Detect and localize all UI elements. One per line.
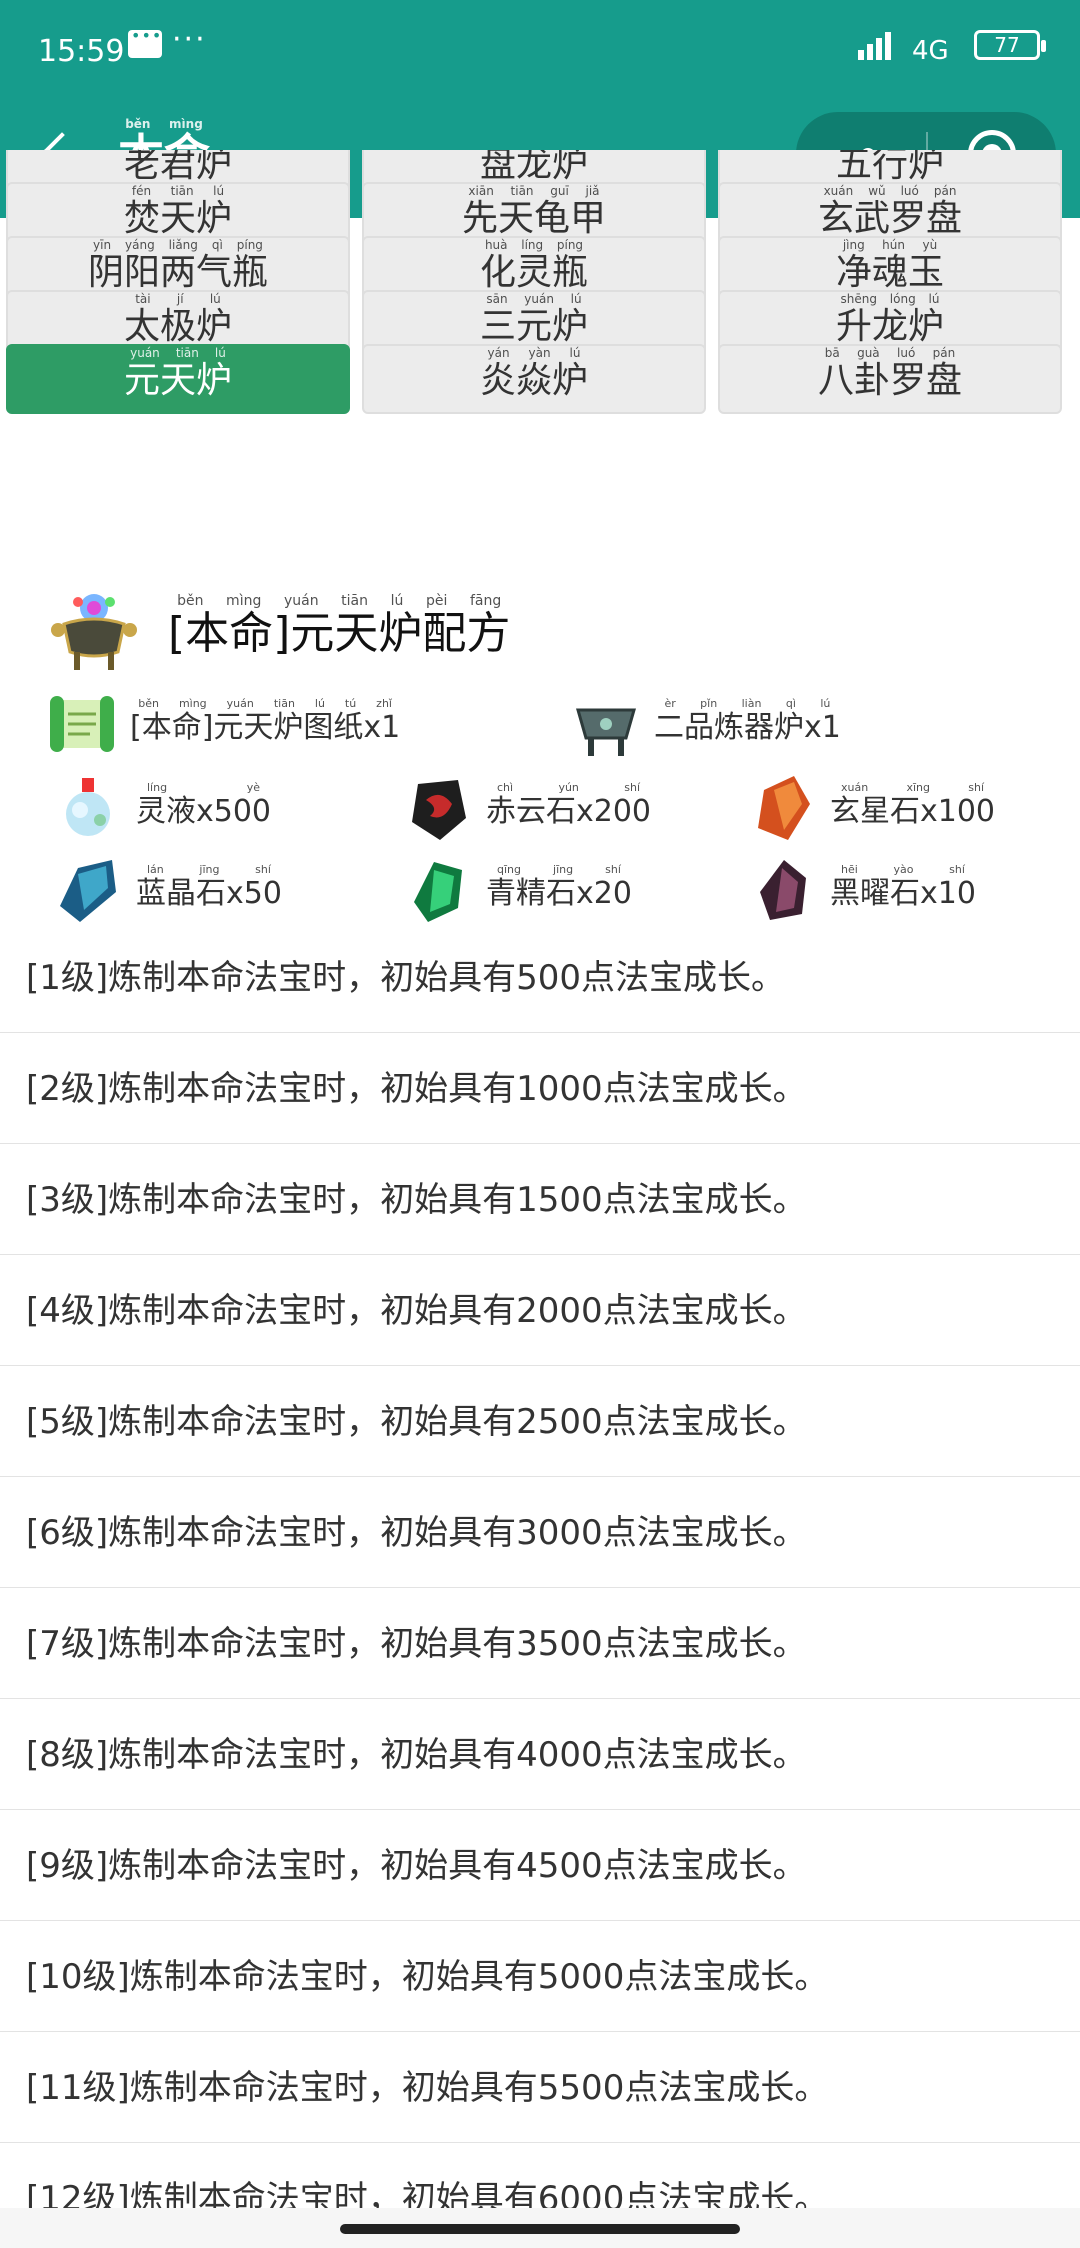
status-time: 15:59 xyxy=(38,34,125,69)
level-row: [11级]炼制本命法宝时，初始具有5500点法宝成长。 xyxy=(0,2032,1080,2143)
home-indicator[interactable] xyxy=(340,2224,740,2234)
level-row: [7级]炼制本命法宝时，初始具有3500点法宝成长。 xyxy=(0,1588,1080,1699)
level-description: [11级]炼制本命法宝时，初始具有5500点法宝成长。 xyxy=(26,2068,829,2108)
level-description: [10级]炼制本命法宝时，初始具有5000点法宝成长。 xyxy=(26,1957,829,1997)
recipe-header: [本命]元天炉配方běn mìng yuán tiān lú pèi fāng xyxy=(40,586,1040,676)
orange-crystal-icon xyxy=(758,776,810,840)
level-row: [12级]炼制本命法宝时，初始具有6000点法宝成长。 xyxy=(0,2143,1080,2208)
material-label: 二品炼器炉x1èr pǐn liàn qì lú xyxy=(654,697,841,745)
cauldron-icon xyxy=(576,708,636,756)
furnace-tab-label: 盘龙炉 xyxy=(479,150,588,185)
level-description: [2级]炼制本命法宝时，初始具有1000点法宝成长。 xyxy=(26,1069,807,1109)
level-row: [4级]炼制本命法宝时，初始具有2000点法宝成长。 xyxy=(0,1255,1080,1366)
furnace-tab-label: 玄武罗盘 xyxy=(817,198,962,239)
level-row: [9级]炼制本命法宝时，初始具有4500点法宝成长。 xyxy=(0,1810,1080,1921)
network-type: 4G xyxy=(912,36,949,66)
material-label: 黑曜石x10hēi yào shí xyxy=(830,863,976,911)
blue-crystal-icon xyxy=(60,860,116,922)
material-label: 青精石x20qīng jīng shí xyxy=(486,863,632,911)
level-row: [8级]炼制本命法宝时，初始具有4000点法宝成长。 xyxy=(0,1699,1080,1810)
recipe-title: [本命]元天炉配方běn mìng yuán tiān lú pèi fāng xyxy=(168,593,511,659)
level-row: [10级]炼制本命法宝时，初始具有5000点法宝成长。 xyxy=(0,1921,1080,2032)
battery-icon: 77 xyxy=(974,30,1046,60)
level-description: [9级]炼制本命法宝时，初始具有4500点法宝成长。 xyxy=(26,1846,807,1886)
level-description: [1级]炼制本命法宝时，初始具有500点法宝成长。 xyxy=(26,958,786,998)
material-label: 灵液x500líng yè xyxy=(136,781,272,829)
furnace-tab-label: 三元炉 xyxy=(479,306,588,347)
level-description: [5级]炼制本命法宝时，初始具有2500点法宝成长。 xyxy=(26,1402,807,1442)
furnace-tab[interactable]: 元天炉yuán tiān lú xyxy=(6,344,350,414)
level-description: [4级]炼制本命法宝时，初始具有2000点法宝成长。 xyxy=(26,1291,807,1331)
furnace-tab-label: 化灵瓶 xyxy=(479,252,588,293)
furnace-tab-label: 阴阳两气瓶 xyxy=(87,252,268,293)
scroll-icon xyxy=(50,696,114,752)
furnace-grid: 老君炉 盘龙炉 五行炉 焚天炉fén tiān lú 先天龟甲xiān tiān guī… xyxy=(0,150,1080,564)
level-row: [5级]炼制本命法宝时，初始具有2500点法宝成长。 xyxy=(0,1366,1080,1477)
level-description: [7级]炼制本命法宝时，初始具有3500点法宝成长。 xyxy=(26,1624,807,1664)
level-description: [8级]炼制本命法宝时，初始具有4000点法宝成长。 xyxy=(26,1735,807,1775)
furnace-icon xyxy=(51,594,137,670)
material-label: [本命]元天炉图纸x1běn mìng yuán tiān lú tú zhǐ xyxy=(130,697,401,745)
status-bar: 15:59 ··· 4G 77 xyxy=(0,0,1080,100)
level-description: [6级]炼制本命法宝时，初始具有3000点法宝成长。 xyxy=(26,1513,807,1553)
level-row: [1级]炼制本命法宝时，初始具有500点法宝成长。 xyxy=(0,922,1080,1033)
level-row: [2级]炼制本命法宝时，初始具有1000点法宝成长。 xyxy=(0,1033,1080,1144)
furnace-tab-label: 老君炉 xyxy=(123,150,232,185)
furnace-tab-label: 太极炉 xyxy=(123,306,232,347)
obsidian-icon xyxy=(760,860,806,920)
level-list: [1级]炼制本命法宝时，初始具有500点法宝成长。 [2级]炼制本命法宝时，初始具… xyxy=(0,922,1080,2208)
furnace-tab[interactable]: 八卦罗盘bā guà luó pán xyxy=(718,344,1062,414)
level-description: [3级]炼制本命法宝时，初始具有1500点法宝成长。 xyxy=(26,1180,807,1220)
potion-icon xyxy=(66,778,110,836)
signal-icon xyxy=(858,30,900,60)
furnace-tab-label: 五行炉 xyxy=(835,150,944,185)
level-description: [12级]炼制本命法宝时，初始具有6000点法宝成长。 xyxy=(26,2179,829,2208)
furnace-tab-label: 元天炉 xyxy=(123,360,232,401)
material-label: 赤云石x200chì yún shí xyxy=(486,781,652,829)
material-label: 蓝晶石x50lán jīng shí xyxy=(136,863,282,911)
furnace-tab[interactable]: 炎焱炉yán yàn lú xyxy=(362,344,706,414)
red-stone-icon xyxy=(412,780,466,840)
furnace-tab-label: 升龙炉 xyxy=(835,306,944,347)
furnace-tab-label: 先天龟甲 xyxy=(461,198,606,239)
furnace-tab-label: 八卦罗盘 xyxy=(817,360,962,401)
level-row: [6级]炼制本命法宝时，初始具有3000点法宝成长。 xyxy=(0,1477,1080,1588)
green-crystal-icon xyxy=(414,862,462,922)
level-row: [3级]炼制本命法宝时，初始具有1500点法宝成长。 xyxy=(0,1144,1080,1255)
material-label: 玄星石x100xuán xīng shí xyxy=(830,781,996,829)
more-notifications-icon: ··· xyxy=(172,22,207,57)
furnace-tab-label: 焚天炉 xyxy=(123,198,232,239)
message-icon xyxy=(128,26,162,58)
furnace-tab-label: 炎焱炉 xyxy=(479,360,588,401)
furnace-tab-label: 净魂玉 xyxy=(835,252,944,293)
